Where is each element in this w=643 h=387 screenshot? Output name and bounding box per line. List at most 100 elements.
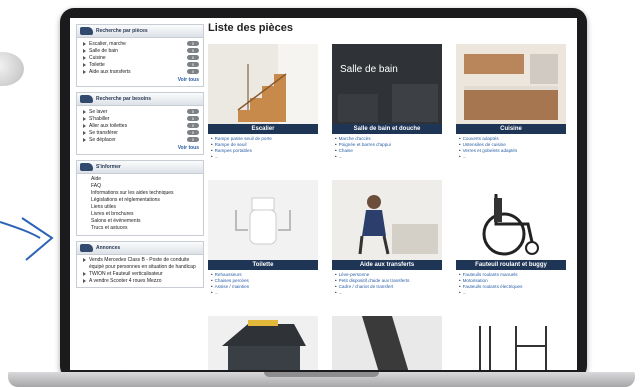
tile-link[interactable]: ...: [335, 290, 442, 296]
sidebar: Recherche par pièces Escalier, marche 0 S…: [76, 24, 204, 370]
room-tile-kitchen[interactable]: Cuisine Couverts adaptés Ustensiles de c…: [456, 44, 566, 160]
triangle-icon: [83, 130, 86, 135]
info-icon: [80, 163, 93, 171]
toilet-photo[interactable]: [208, 180, 318, 260]
info-link-aide[interactable]: Aide: [91, 176, 199, 183]
tile-caption[interactable]: Cuisine: [456, 124, 566, 134]
triangle-icon: [83, 137, 86, 142]
room-tile-transfers[interactable]: Aide aux transferts Lève-personne Petit …: [332, 180, 442, 296]
tile-link[interactable]: ...: [335, 154, 442, 160]
ad-link[interactable]: TWION et Fauteuil verticalisateur: [83, 271, 199, 278]
panel-title: Recherche par besoins: [96, 96, 152, 102]
ads-icon: [80, 244, 93, 252]
room-tile-stairs[interactable]: Escalier Rampe passe seuil de porte Ramp…: [208, 44, 318, 160]
bathroom-photo[interactable]: Salle de bain: [332, 44, 442, 124]
triangle-icon: [83, 123, 86, 128]
triangle-icon: [83, 48, 86, 53]
vehicle-photo[interactable]: [208, 316, 318, 370]
count-badge: 0: [187, 55, 199, 60]
triangle-icon: [83, 279, 86, 283]
tile-caption[interactable]: Salle de bain et douche: [332, 124, 442, 134]
room-tile-walkers[interactable]: [456, 316, 566, 370]
laptop-base-notch: [264, 372, 379, 377]
wheelchair-photo[interactable]: [456, 180, 566, 260]
sidebar-item-wash[interactable]: Se laver 0: [83, 108, 199, 115]
ad-link[interactable]: Vends Mercedes Class B - Poste de condui…: [83, 257, 199, 271]
room-tile-bathroom[interactable]: Salle de bain Salle de bain et douche Ma…: [332, 44, 442, 160]
count-badge: 0: [187, 69, 199, 74]
tile-link[interactable]: ...: [459, 154, 566, 160]
count-badge: 0: [187, 62, 199, 67]
triangle-icon: [83, 55, 86, 60]
decorative-blob: [0, 52, 24, 86]
sidebar-item-transfers[interactable]: Aide aux transferts 0: [83, 68, 199, 75]
count-badge: 0: [187, 130, 199, 135]
room-tile-ramps[interactable]: [332, 316, 442, 370]
room-tile-vehicle[interactable]: [208, 316, 318, 370]
tile-caption[interactable]: Escalier: [208, 124, 318, 134]
panel-header: Recherche par pièces: [77, 25, 203, 38]
room-tile-wheelchair[interactable]: Fauteuil roulant et buggy Fauteuils roul…: [456, 180, 566, 296]
see-all-link[interactable]: Voir tous: [77, 144, 203, 154]
count-badge: 0: [187, 137, 199, 142]
info-link-faq[interactable]: FAQ: [91, 183, 199, 190]
sidebar-item-toilets[interactable]: Aller aux toilettes 0: [83, 122, 199, 129]
panel-header: S'informer: [77, 161, 203, 174]
info-link-events[interactable]: Salons et événements: [91, 218, 199, 225]
panel-information: S'informer Aide FAQ Informations sur les…: [76, 160, 204, 236]
main-content: Liste des pièces Escalier Rampe passe se…: [208, 22, 577, 370]
sidebar-item-kitchen[interactable]: Cuisine 0: [83, 54, 199, 61]
kitchen-photo[interactable]: [456, 44, 566, 124]
count-badge: 0: [187, 123, 199, 128]
walker-photo[interactable]: [456, 316, 566, 370]
laptop-screen: Recherche par pièces Escalier, marche 0 S…: [70, 18, 577, 370]
triangle-icon: [83, 62, 86, 67]
triangle-icon: [83, 116, 86, 121]
panel-search-by-room: Recherche par pièces Escalier, marche 0 S…: [76, 24, 204, 87]
sidebar-item-transfer[interactable]: Se transférer 0: [83, 129, 199, 136]
see-all-link[interactable]: Voir tous: [77, 76, 203, 86]
panel-title: S'informer: [96, 164, 121, 170]
panel-title: Annonces: [96, 245, 121, 251]
page-title: Liste des pièces: [208, 22, 293, 34]
tile-link[interactable]: ...: [211, 154, 318, 160]
panel-ads: Annonces Vends Mercedes Class B - Poste …: [76, 241, 204, 288]
tile-link[interactable]: ...: [459, 290, 566, 296]
search-room-icon: [80, 27, 93, 35]
ad-link[interactable]: A vendre Scooter 4 roues Mezzo: [83, 278, 199, 285]
info-link-tips[interactable]: Trucs et astuces: [91, 225, 199, 232]
info-link-books[interactable]: Livres et brochures: [91, 211, 199, 218]
transfers-photo[interactable]: [332, 180, 442, 260]
arrow-icon: [0, 217, 54, 261]
count-badge: 0: [187, 109, 199, 114]
count-badge: 0: [187, 41, 199, 46]
info-link-useful-links[interactable]: Liens utiles: [91, 204, 199, 211]
triangle-icon: [83, 109, 86, 114]
sidebar-item-dress[interactable]: S'habiller 0: [83, 115, 199, 122]
tile-caption[interactable]: Fauteuil roulant et buggy: [456, 260, 566, 270]
tile-caption[interactable]: Aide aux transferts: [332, 260, 442, 270]
triangle-icon: [83, 69, 86, 74]
sidebar-item-toilet[interactable]: Toilette 0: [83, 61, 199, 68]
tile-caption[interactable]: Toilette: [208, 260, 318, 270]
triangle-icon: [83, 41, 86, 46]
triangle-icon: [83, 258, 86, 262]
sidebar-item-bathroom[interactable]: Salle de bain 0: [83, 47, 199, 54]
panel-search-by-need: Recherche par besoins Se laver 0 S'habill…: [76, 92, 204, 155]
ramp-photo[interactable]: [332, 316, 442, 370]
panel-title: Recherche par pièces: [96, 28, 148, 34]
sidebar-item-stairs[interactable]: Escalier, marche 0: [83, 40, 199, 47]
photo-overlay-text: Salle de bain: [340, 64, 398, 75]
tile-link[interactable]: ...: [211, 290, 318, 296]
sidebar-item-move[interactable]: Se déplacer 0: [83, 136, 199, 143]
stairs-photo[interactable]: [208, 44, 318, 124]
room-tile-toilet[interactable]: Toilette Rehausseurs Chaises percées Ass…: [208, 180, 318, 296]
count-badge: 0: [187, 116, 199, 121]
info-link-legislation[interactable]: Législations et réglementations: [91, 197, 199, 204]
search-need-icon: [80, 95, 93, 103]
triangle-icon: [83, 272, 86, 276]
panel-header: Annonces: [77, 242, 203, 255]
info-link-technical-aids[interactable]: Informations sur les aides techniques: [91, 190, 199, 197]
count-badge: 0: [187, 48, 199, 53]
panel-header: Recherche par besoins: [77, 93, 203, 106]
